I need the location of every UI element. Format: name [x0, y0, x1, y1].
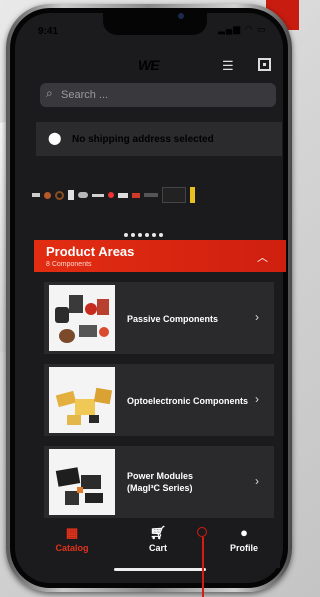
cart-icon: 🛒︎	[149, 525, 167, 540]
home-indicator	[114, 568, 206, 571]
we-logo[interactable]: WE	[138, 57, 160, 73]
chip-component-icon	[144, 193, 158, 197]
tab-label: Catalog	[55, 543, 89, 553]
tab-profile[interactable]: ● Profile	[214, 525, 274, 553]
product-areas-subtitle: 8 Components	[46, 261, 92, 268]
chevron-right-icon: ›	[255, 310, 259, 324]
status-time: 9:41	[38, 26, 59, 37]
tab-cart[interactable]: 🛒︎ Cart	[128, 525, 188, 553]
optoelectronic-components-image	[49, 367, 115, 433]
category-card-power-modules[interactable]: Power Modules (MagI³C Series) ›	[44, 446, 274, 518]
page-dot[interactable]	[131, 233, 135, 237]
component-carousel[interactable]	[28, 180, 284, 210]
category-card-label: Passive Components	[127, 314, 219, 324]
page-dot[interactable]	[145, 233, 149, 237]
category-card-label-line2: (MagI³C Series)	[127, 483, 193, 493]
ferrite-component-icon	[44, 191, 51, 199]
passive-components-tile	[162, 187, 186, 203]
category-card-optoelectronic[interactable]: Optoelectronic Components ›	[44, 364, 274, 436]
profile-icon: ●	[240, 525, 248, 540]
coil-component-icon	[78, 192, 88, 198]
camera	[178, 13, 184, 19]
page-dot[interactable]	[124, 233, 128, 237]
passive-components-image	[49, 285, 115, 351]
chevron-up-icon[interactable]: ︿	[257, 249, 268, 265]
tab-label: Cart	[148, 543, 167, 553]
chevron-right-icon: ›	[255, 392, 259, 406]
qr-code-icon[interactable]	[258, 58, 271, 71]
product-areas-title: Product Areas	[46, 244, 135, 259]
component-strip-image	[32, 180, 199, 210]
page-dot[interactable]	[152, 233, 156, 237]
category-card-label: Power Modules (MagI³C Series)	[127, 470, 193, 494]
category-card-label-line1: Power Modules	[127, 471, 194, 481]
catalog-icon: ▦	[65, 525, 79, 540]
page-dot[interactable]	[138, 233, 142, 237]
shipping-address-text: No shipping address selected	[72, 134, 214, 145]
category-card-label: Optoelectronic Components	[127, 396, 249, 406]
page-dot[interactable]	[159, 233, 163, 237]
annotation-marker-line	[202, 537, 204, 597]
power-modules-image	[49, 449, 115, 515]
resistor-component-icon	[92, 193, 104, 197]
notch	[103, 13, 207, 35]
annotation-marker-circle	[197, 527, 207, 537]
smd-component-icon	[32, 193, 40, 197]
status-icons: ▂▄▆ ◠ ▭	[218, 24, 267, 34]
toroid-component-icon	[55, 190, 64, 200]
chevron-right-icon: ›	[255, 474, 259, 488]
category-card-passive[interactable]: Passive Components ›	[44, 282, 274, 354]
tab-label: Profile	[229, 543, 258, 553]
tab-catalog[interactable]: ▦ Catalog	[42, 525, 102, 553]
connector-component-icon	[118, 192, 128, 198]
search-placeholder: Search ...	[61, 89, 109, 101]
module-component-icon	[190, 187, 195, 203]
sliders-icon[interactable]: ☰	[222, 58, 234, 74]
capacitor-component-icon	[68, 190, 74, 200]
led-component-icon	[108, 192, 114, 198]
filter-component-icon	[132, 192, 140, 198]
search-icon: ⌕	[46, 86, 53, 100]
location-pin-icon: ⬤	[48, 131, 62, 145]
